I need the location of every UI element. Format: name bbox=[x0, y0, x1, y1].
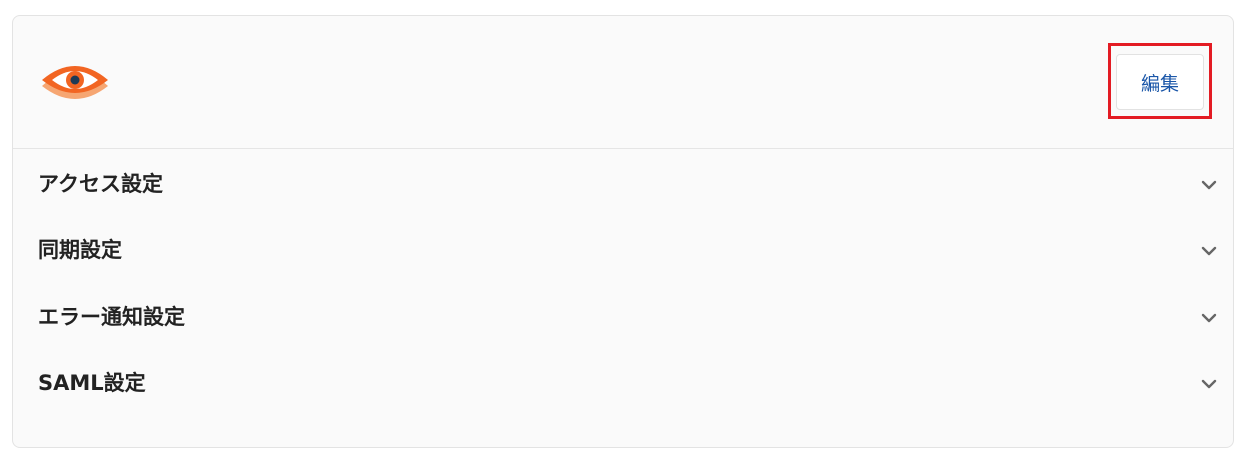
section-label: SAML設定 bbox=[38, 371, 146, 395]
section-error-notification-settings[interactable]: エラー通知設定 bbox=[13, 291, 1233, 357]
card-header: 編集 bbox=[13, 16, 1233, 149]
chevron-down-icon bbox=[1201, 246, 1217, 256]
section-label: エラー通知設定 bbox=[38, 305, 185, 329]
section-label: アクセス設定 bbox=[38, 172, 163, 196]
section-access-settings[interactable]: アクセス設定 bbox=[13, 158, 1233, 224]
chevron-down-icon bbox=[1201, 180, 1217, 190]
edit-button-highlight: 編集 bbox=[1108, 43, 1212, 119]
chevron-down-icon bbox=[1201, 379, 1217, 389]
section-saml-settings[interactable]: SAML設定 bbox=[13, 357, 1233, 423]
section-label: 同期設定 bbox=[38, 238, 122, 262]
chevron-down-icon bbox=[1201, 313, 1217, 323]
edit-button[interactable]: 編集 bbox=[1116, 54, 1204, 110]
eye-logo-icon bbox=[42, 66, 108, 99]
section-sync-settings[interactable]: 同期設定 bbox=[13, 224, 1233, 290]
settings-card: 編集 アクセス設定 同期設定 エラー通知設定 SAML設定 bbox=[12, 15, 1234, 448]
